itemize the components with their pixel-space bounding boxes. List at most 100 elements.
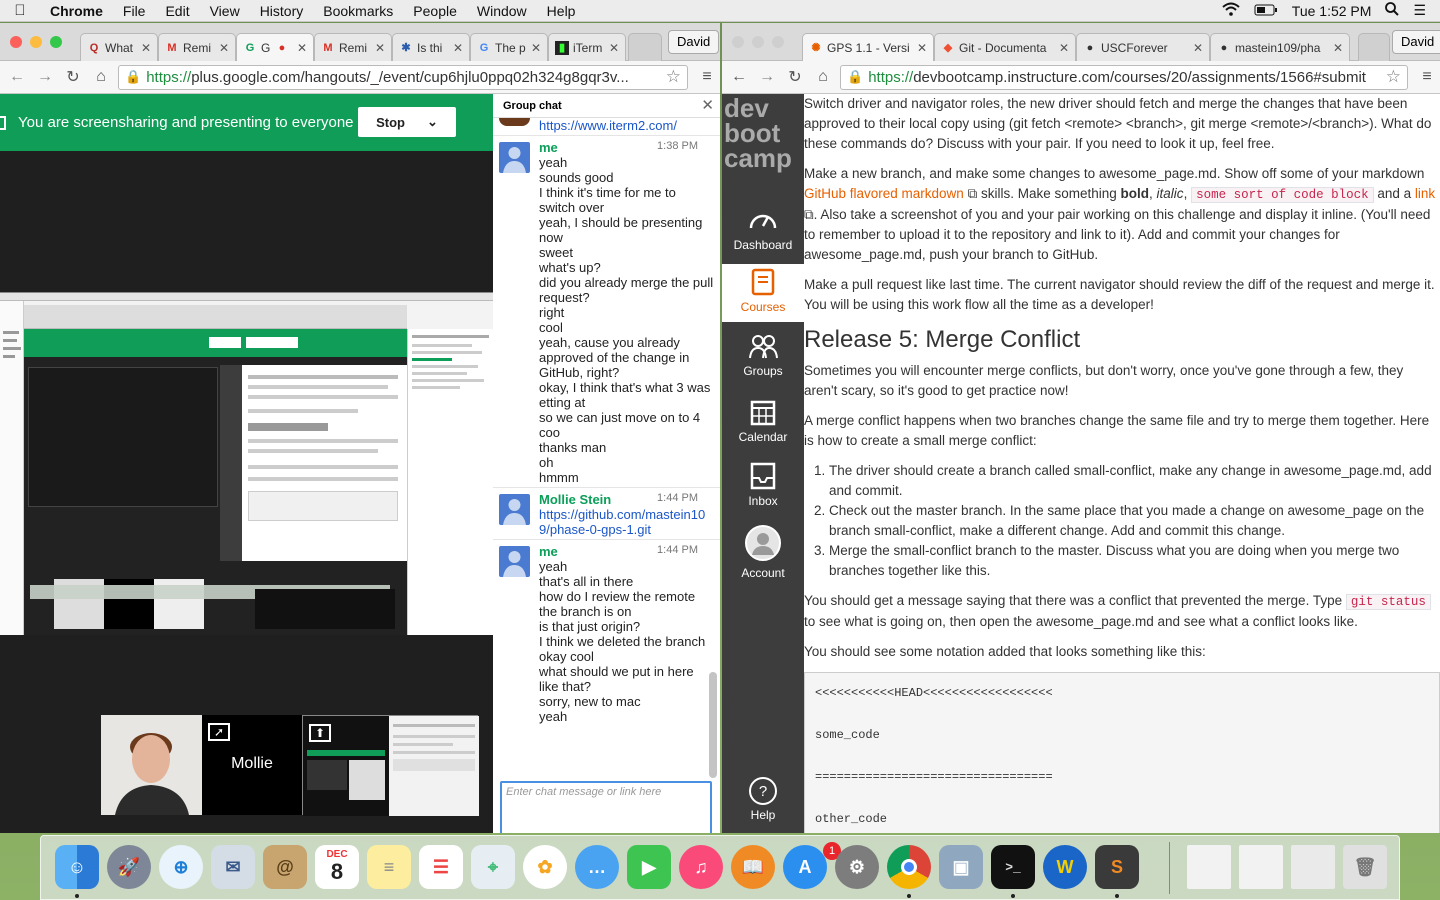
maps-icon[interactable]: ⌖ [471,845,515,889]
app-store-icon[interactable]: A [783,845,827,889]
preview-icon[interactable]: ▣ [939,845,983,889]
apple-icon[interactable]:  [0,2,40,19]
finder-icon[interactable]: ☺ [55,845,99,889]
close-tab-icon[interactable]: ✕ [297,41,307,55]
launchpad-icon[interactable]: 🚀 [107,845,151,889]
reload-icon[interactable]: ↻ [784,67,806,87]
stop-sharing-button[interactable]: Stop ⌄ [358,107,456,137]
minimized-window-2[interactable] [1239,845,1283,889]
contacts-icon[interactable]: @ [263,845,307,889]
facetime-icon[interactable]: ▶ [627,845,671,889]
nav-courses[interactable]: Courses [722,264,804,322]
assignment-content[interactable]: Switch driver and navigator roles, the n… [804,94,1440,833]
maximize-window-button[interactable] [50,36,62,48]
tab-hangouts[interactable]: G G ● ✕ [236,33,314,61]
profile-button[interactable]: David [1392,30,1440,54]
textwrangler-icon[interactable]: W [1043,845,1087,889]
emoji-icon[interactable]: ☺ [672,830,686,833]
shared-link[interactable]: https://github.com/mastein109/phase-0-gp… [539,507,714,537]
minimized-window-1[interactable] [1187,845,1231,889]
participant-mollie[interactable]: ➚ Mollie [202,715,302,815]
close-tab-icon[interactable]: ✕ [1333,41,1343,55]
attach-image-icon[interactable]: ▲ [691,830,705,833]
address-bar[interactable]: 🔒 https://plus.google.com/hangouts/_/eve… [118,64,688,90]
home-icon[interactable]: ⌂ [90,68,112,86]
spotlight-search-icon[interactable] [1385,2,1400,19]
chat-input[interactable]: Enter chat message or link here ☺ ▲ [500,781,712,833]
home-icon[interactable]: ⌂ [812,68,834,86]
system-preferences-icon[interactable]: ⚙ [835,845,879,889]
nav-help[interactable]: ? Help [722,776,804,826]
participant-screenshare[interactable]: ⬆ [302,715,479,816]
nav-groups[interactable]: Groups [722,328,804,388]
bookmark-star-icon[interactable]: ☆ [1380,67,1407,87]
tab-gps[interactable]: ✺ GPS 1.1 - Versi ✕ [802,33,934,61]
calendar-app-icon[interactable]: DEC 8 [315,845,359,889]
chrome-menu-icon[interactable]: ≡ [1414,68,1440,86]
reload-icon[interactable]: ↻ [62,67,84,87]
address-bar[interactable]: 🔒 https://devbootcamp.instructure.com/co… [840,64,1408,90]
close-tab-icon[interactable]: ✕ [375,41,385,55]
tab-stack[interactable]: ✱ Is thi ✕ [392,33,470,61]
close-tab-icon[interactable]: ✕ [453,41,463,55]
new-tab-button[interactable] [628,33,662,61]
menu-app-name[interactable]: Chrome [40,3,113,19]
profile-button[interactable]: David [668,30,720,54]
tab-iterm[interactable]: ▮ iTerm ✕ [548,33,626,61]
menu-help[interactable]: Help [537,3,586,19]
forward-arrow-icon[interactable]: → [34,68,56,86]
wifi-icon[interactable] [1222,2,1240,19]
close-tab-icon[interactable]: ✕ [531,41,541,55]
menu-view[interactable]: View [200,3,250,19]
close-tab-icon[interactable]: ✕ [609,41,619,55]
nav-account[interactable]: Account [722,522,804,592]
close-tab-icon[interactable]: ✕ [1059,41,1069,55]
close-window-button[interactable] [732,36,744,48]
tab-gmail-2[interactable]: M Remi ✕ [314,33,392,61]
notification-center-icon[interactable]: ☰ [1413,2,1426,19]
maximize-window-button[interactable] [772,36,784,48]
nav-dashboard[interactable]: Dashboard [722,202,804,264]
participant-video-self[interactable] [101,715,202,815]
link[interactable]: link [1415,186,1435,201]
menu-edit[interactable]: Edit [155,3,199,19]
back-arrow-icon[interactable]: ← [6,68,28,86]
trash-icon[interactable]: 🗑 [1343,845,1387,889]
close-window-button[interactable] [10,36,22,48]
reminders-icon[interactable]: ☰ [419,845,463,889]
terminal-icon[interactable]: >_ [991,845,1035,889]
chat-message-list[interactable]: https://www.iterm2.com/ me 1:38 PM yeah … [493,118,720,756]
menu-clock[interactable]: Tue 1:52 PM [1292,3,1372,19]
chat-scrollbar[interactable] [709,672,717,778]
safari-icon[interactable]: ⊕ [159,845,203,889]
battery-icon[interactable] [1254,3,1278,19]
menu-window[interactable]: Window [467,3,537,19]
minimize-window-button[interactable] [30,36,42,48]
chrome-icon[interactable] [887,845,931,889]
tab-google[interactable]: G The p ✕ [470,33,548,61]
minimize-window-button[interactable] [752,36,764,48]
messages-icon[interactable]: … [575,845,619,889]
close-tab-icon[interactable]: ✕ [1193,41,1203,55]
close-tab-icon[interactable]: ✕ [219,41,229,55]
menu-history[interactable]: History [250,3,314,19]
menu-file[interactable]: File [113,3,156,19]
photos-icon[interactable]: ✿ [523,845,567,889]
bookmark-star-icon[interactable]: ☆ [660,67,687,87]
forward-arrow-icon[interactable]: → [756,68,778,86]
tab-gmail-1[interactable]: M Remi ✕ [158,33,236,61]
sublime-text-icon[interactable]: S [1095,845,1139,889]
tab-git-docs[interactable]: ◆ Git - Documenta ✕ [934,33,1076,61]
ibooks-icon[interactable]: 📖 [731,845,775,889]
close-chat-icon[interactable]: ✕ [701,96,714,114]
menu-people[interactable]: People [403,3,467,19]
close-tab-icon[interactable]: ✕ [141,41,151,55]
tab-quora[interactable]: Q What ✕ [80,33,158,61]
menu-bookmarks[interactable]: Bookmarks [313,3,403,19]
nav-calendar[interactable]: Calendar [722,394,804,454]
notes-icon[interactable]: ≡ [367,845,411,889]
close-tab-icon[interactable]: ✕ [917,41,927,55]
chrome-menu-icon[interactable]: ≡ [694,68,720,86]
mail-icon[interactable]: ✉ [211,845,255,889]
back-arrow-icon[interactable]: ← [728,68,750,86]
